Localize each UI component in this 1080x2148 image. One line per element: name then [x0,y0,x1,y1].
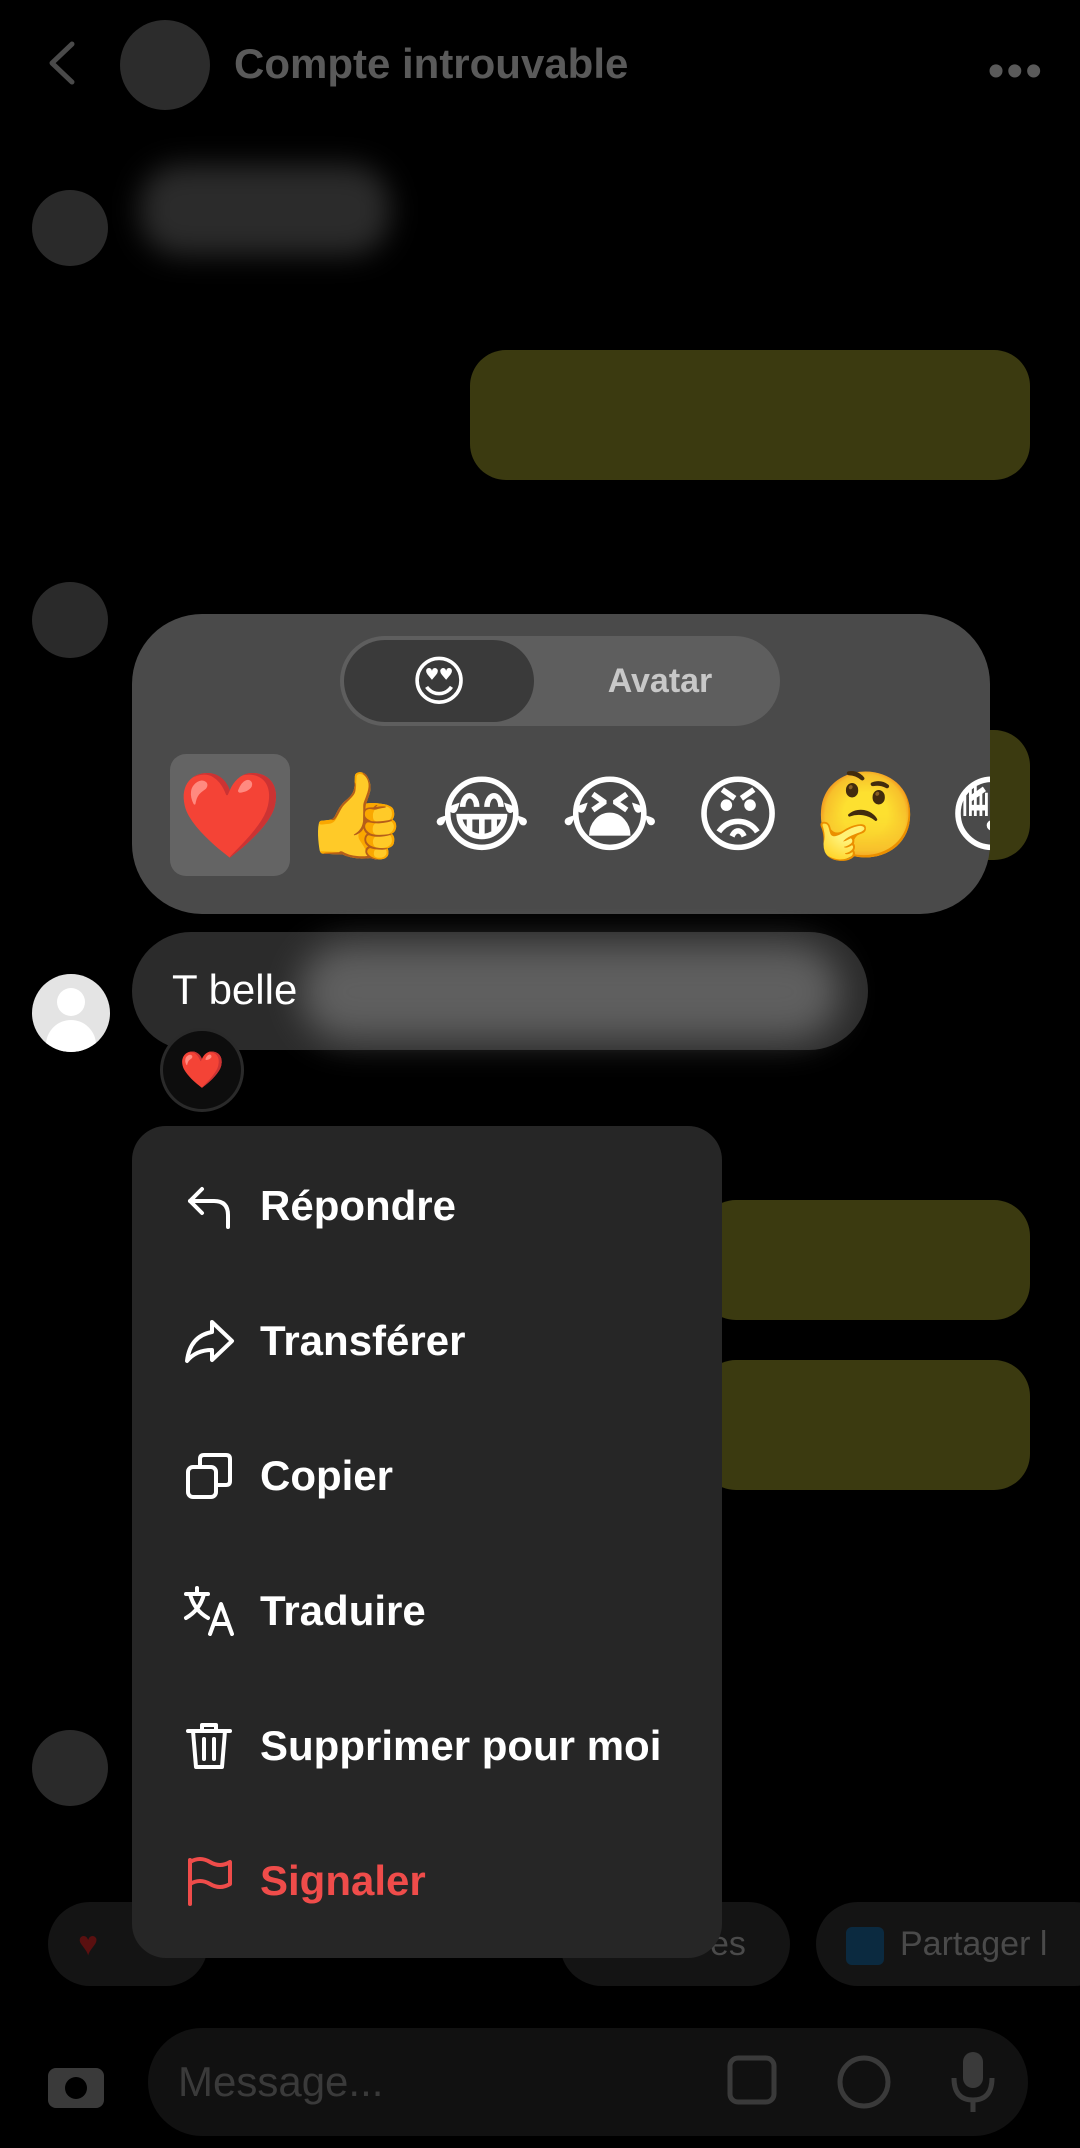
sender-avatar[interactable] [32,974,110,1052]
message-reaction[interactable]: ❤️ [160,1028,244,1112]
sent-message-blurred [700,1360,1030,1490]
share-chip[interactable]: Partager l [816,1902,1080,1986]
menu-label-forward: Transférer [260,1316,466,1364]
header-avatar[interactable] [120,20,210,110]
back-arrow-icon[interactable] [40,38,90,88]
avatar [32,190,108,266]
menu-item-copy[interactable]: Copier [132,1408,722,1543]
avatar-head [57,988,85,1016]
emoji-row: ❤️ 👍 😂 😭 😡 🤔 😳 [170,754,990,876]
blurred-message-text [300,944,840,1040]
menu-label-delete-for-me: Supprimer pour moi [260,1721,662,1769]
emoji-thinking[interactable]: 🤔 [806,754,926,876]
more-options-icon[interactable]: ••• [988,44,1044,99]
reply-icon [188,1186,230,1229]
menu-label-reply: Répondre [260,1181,457,1229]
menu-label-report: Signaler [260,1856,426,1904]
avatar [32,582,108,658]
sent-message-blurred [470,350,1030,480]
camera-icon[interactable] [44,2056,108,2112]
menu-item-forward[interactable]: Transférer [132,1273,722,1408]
menu-label-copy: Copier [260,1451,394,1499]
copy-icon [186,1452,232,1499]
message-text: T belle [172,966,298,1013]
emoji-heart[interactable]: ❤️ [170,754,290,876]
flag-icon [188,1856,232,1906]
menu-label-translate: Traduire [260,1586,426,1634]
emoji-angry[interactable]: 😡 [678,754,798,876]
menu-item-reply[interactable]: Répondre [132,1138,722,1273]
tab-emoji[interactable]: 😍 [344,640,534,722]
avatar-body [46,1020,96,1052]
tab-avatar[interactable]: Avatar [560,640,760,722]
microphone-icon[interactable] [948,2048,998,2114]
menu-item-translate[interactable]: Traduire [132,1543,722,1678]
translate-icon [184,1585,234,1636]
conversation-title[interactable]: Compte introuvable [234,40,628,88]
emoji-flushed[interactable]: 😳 [932,754,990,876]
emoji-laughing[interactable]: 😂 [422,754,542,876]
message-input-placeholder[interactable]: Message... [178,2058,383,2106]
gallery-icon[interactable] [724,2052,784,2112]
share-chip-label: Partager l [900,1925,1048,1963]
avatar [32,1730,108,1806]
sent-message-blurred [700,1200,1030,1320]
emoji-crying[interactable]: 😭 [550,754,670,876]
forward-icon [185,1319,234,1363]
sticker-icon[interactable] [834,2052,894,2112]
emoji-thumbs-up[interactable]: 👍 [296,754,416,876]
trash-icon [186,1722,232,1769]
menu-item-delete-for-me[interactable]: Supprimer pour moi [132,1678,722,1813]
menu-item-report[interactable]: Signaler [132,1813,722,1948]
blurred-message [140,165,390,255]
play-icon [846,1927,884,1966]
